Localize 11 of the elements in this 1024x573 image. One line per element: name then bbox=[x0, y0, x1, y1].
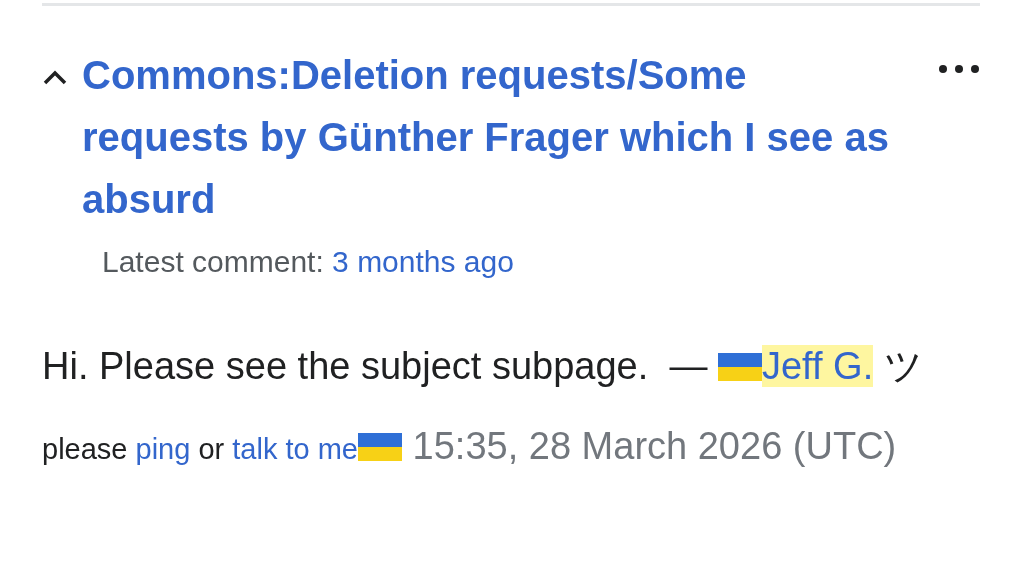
user-link[interactable]: Jeff G. bbox=[761, 345, 874, 387]
comment-text: Hi. Please see the subject subpage. — Jeff G. ツ please ping or talk to me 15:35, 28 March 2026 (UTC) bbox=[42, 344, 924, 469]
latest-comment-text: Latest comment: 3 months ago bbox=[102, 244, 515, 280]
caret-icon[interactable] bbox=[42, 68, 68, 86]
ping-link[interactable]: ping bbox=[135, 433, 191, 465]
time-link[interactable]: 3 months ago bbox=[332, 245, 514, 278]
talk-link[interactable]: talk to me bbox=[232, 433, 358, 465]
flag-icon bbox=[717, 353, 762, 381]
more-icon[interactable] bbox=[938, 64, 980, 74]
thread-title[interactable]: Commons:Deletion requests/Some requests by Günther Frager which I see as absurd bbox=[82, 44, 924, 230]
flag-icon bbox=[358, 433, 402, 461]
